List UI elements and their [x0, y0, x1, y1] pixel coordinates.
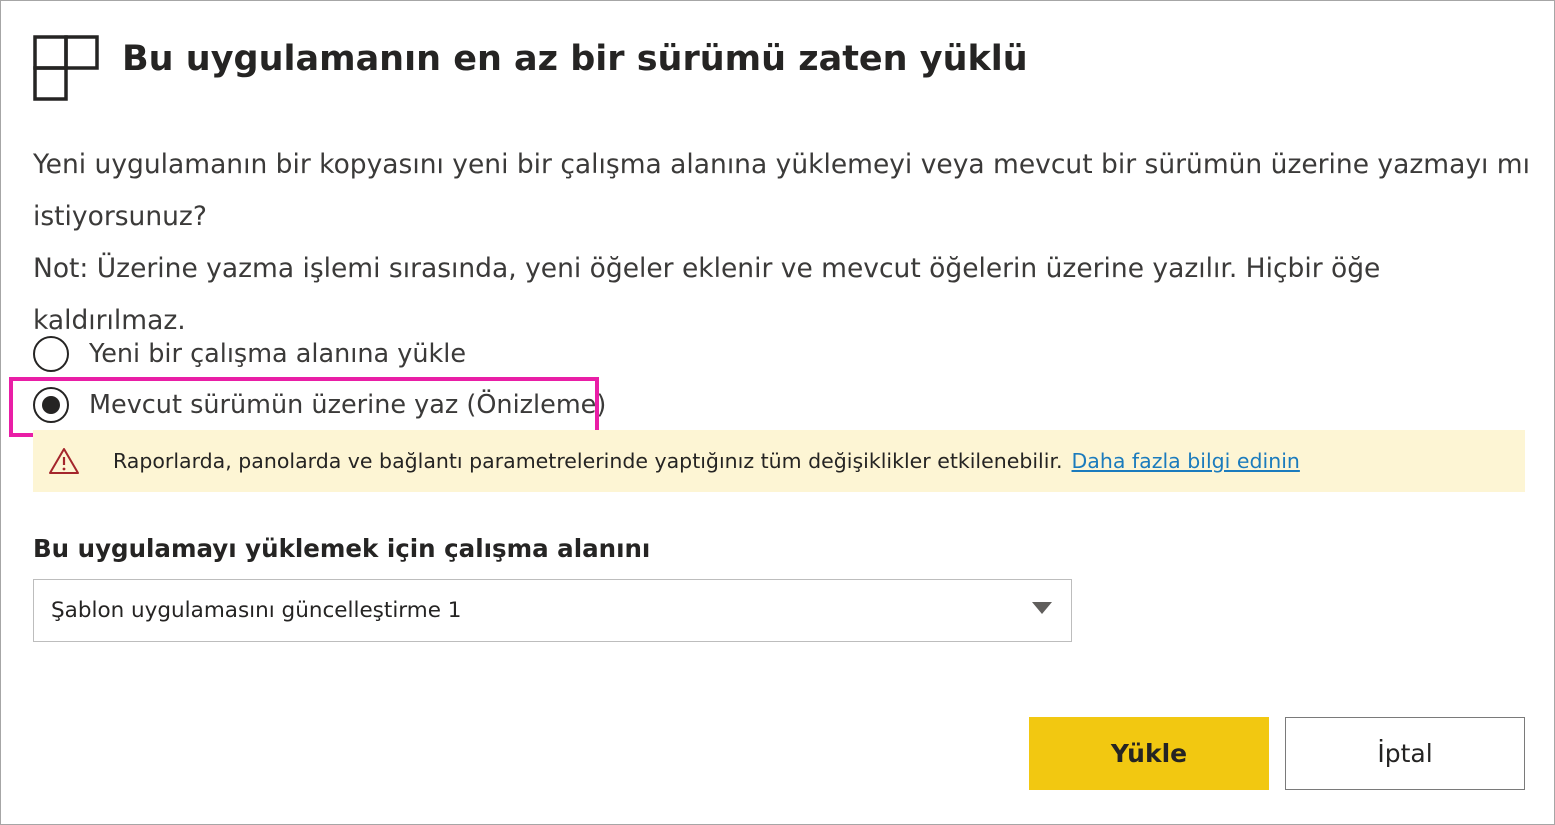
workspace-field-label: Bu uygulamayı yüklemek için çalışma alan… [33, 534, 651, 563]
dialog-title: Bu uygulamanın en az bir sürümü zaten yü… [122, 39, 1028, 79]
workspace-dropdown[interactable]: Şablon uygulamasını güncelleştirme 1 [33, 579, 1072, 642]
option-new-workspace[interactable]: Yeni bir çalışma alanına yükle [33, 334, 466, 374]
warning-text: Raporlarda, panolarda ve bağlantı parame… [113, 449, 1063, 473]
workspace-dropdown-value: Şablon uygulamasını güncelleştirme 1 [51, 598, 462, 623]
description-note: Not: Üzerine yazma işlemi sırasında, yen… [33, 253, 1381, 336]
install-button[interactable]: Yükle [1029, 717, 1269, 790]
warning-banner: Raporlarda, panolarda ve bağlantı parame… [33, 430, 1525, 492]
dialog-description: Yeni uygulamanın bir kopyasını yeni bir … [33, 139, 1533, 347]
description-question: Yeni uygulamanın bir kopyasını yeni bir … [33, 149, 1530, 232]
app-grid-icon [33, 35, 99, 101]
learn-more-link[interactable]: Daha fazla bilgi edinin [1072, 449, 1300, 473]
chevron-down-icon [1032, 602, 1052, 614]
radio-button-new-workspace[interactable] [33, 336, 69, 372]
option-new-workspace-label: Yeni bir çalışma alanına yükle [89, 339, 467, 369]
warning-triangle-icon [49, 448, 79, 474]
annotation-highlight-box [9, 377, 599, 437]
install-app-dialog: Bu uygulamanın en az bir sürümü zaten yü… [0, 0, 1555, 825]
cancel-button[interactable]: İptal [1285, 717, 1525, 790]
